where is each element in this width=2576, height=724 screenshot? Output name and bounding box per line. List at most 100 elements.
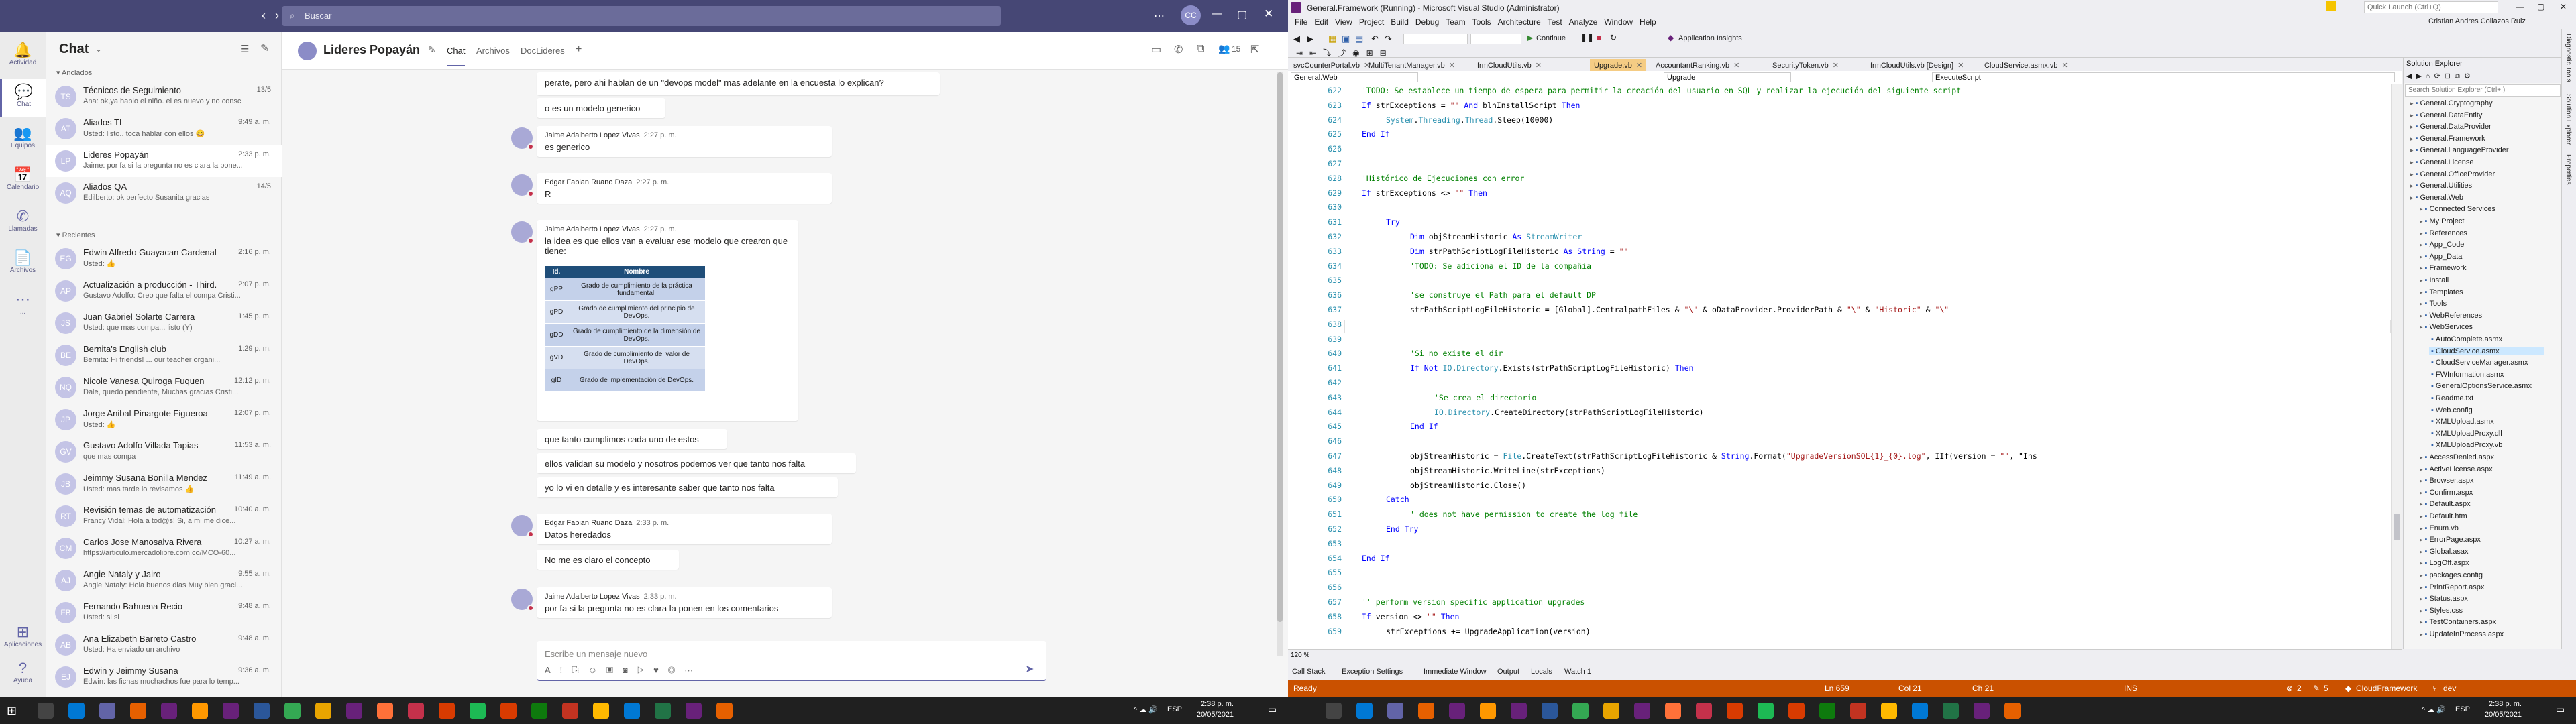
- chat-message[interactable]: Jaime Adalberto Lopez Vivas 2:27 p. m. es …: [537, 126, 832, 157]
- menu-help[interactable]: Help: [1640, 17, 1656, 27]
- expand-icon[interactable]: ▸: [2420, 572, 2423, 579]
- taskbar-app-icon[interactable]: [1418, 703, 1434, 719]
- close-tab-icon[interactable]: ✕: [1536, 62, 1542, 70]
- taskbar-app-icon[interactable]: [161, 703, 177, 719]
- rail-item-help[interactable]: ? Ayuda: [0, 656, 46, 693]
- taskbar-app-icon[interactable]: [624, 703, 640, 719]
- chevron-down-icon[interactable]: ⌄: [95, 44, 102, 54]
- expand-icon[interactable]: ▸: [2420, 525, 2423, 532]
- solution-tree-item[interactable]: ▸ ▪ LogOff.aspx: [2420, 559, 2469, 567]
- solution-tree-item[interactable]: ▪ Web.config: [2429, 406, 2473, 414]
- open-icon[interactable]: ▦: [1328, 34, 1336, 44]
- stop-icon[interactable]: ■: [1597, 33, 1601, 42]
- solution-tree-item[interactable]: ▸ ▪ App_Data: [2420, 253, 2462, 261]
- taskbar-app-icon[interactable]: [315, 703, 331, 719]
- expand-icon[interactable]: ▸: [2420, 560, 2423, 566]
- expand-icon[interactable]: ▸: [2420, 631, 2423, 638]
- expand-icon[interactable]: ▸: [2420, 501, 2423, 507]
- chat-message[interactable]: perate, pero ahi hablan de un "devops mo…: [537, 72, 940, 95]
- code-line[interactable]: 'TODO: Se establece un tiempo de espera …: [1362, 86, 1961, 95]
- format-icon[interactable]: A: [545, 665, 560, 675]
- pause-icon[interactable]: ❚❚: [1580, 33, 1594, 42]
- solution-tree-item[interactable]: ▸ ▪ WebServices: [2420, 323, 2473, 331]
- solution-tree-item[interactable]: ▸ ▪ General.Framework: [2410, 135, 2485, 143]
- warnings-icon[interactable]: ✎: [2313, 684, 2320, 693]
- clock-date[interactable]: 20/05/2021: [1197, 711, 1234, 719]
- code-line[interactable]: 'se construye el Path para el default DP: [1410, 290, 1596, 300]
- close-tab-icon[interactable]: ✕: [2061, 62, 2068, 70]
- solution-tree-item[interactable]: ▸ ▪ General.Web: [2410, 194, 2463, 202]
- taskbar-app-icon[interactable]: [223, 703, 239, 719]
- expand-icon[interactable]: ▸: [2420, 324, 2423, 330]
- expand-icon[interactable]: ▸: [2420, 265, 2423, 272]
- taskbar-app-icon[interactable]: [192, 703, 208, 719]
- status-branch[interactable]: dev: [2443, 684, 2456, 693]
- chat-message[interactable]: No me es claro el concepto: [537, 550, 679, 570]
- expand-icon[interactable]: ▸: [2410, 159, 2414, 166]
- solution-tree-item[interactable]: ▸ ▪ General.OfficeProvider: [2410, 170, 2495, 178]
- taskbar-app-icon[interactable]: [1326, 703, 1342, 719]
- solution-tree-item[interactable]: ▪ AutoComplete.asmx: [2429, 335, 2502, 343]
- expand-icon[interactable]: ▸: [2420, 513, 2423, 520]
- solution-tree-item[interactable]: ▪ XMLUploadProxy.dll: [2429, 430, 2502, 438]
- clock-time-2[interactable]: 2:38 p. m.: [2489, 700, 2522, 708]
- close-icon[interactable]: ✕: [2560, 2, 2567, 11]
- solution-tree-item[interactable]: ▸ ▪ General.DataEntity: [2410, 111, 2482, 119]
- editor-scrollbar[interactable]: [2391, 84, 2402, 649]
- edit-icon[interactable]: ✎: [428, 44, 436, 56]
- taskbar-app-icon[interactable]: [531, 703, 547, 719]
- redo-icon[interactable]: ↷: [1385, 34, 1392, 44]
- application-insights-button[interactable]: Application Insights: [1678, 34, 1742, 42]
- code-line[interactable]: IO.Directory.CreateDirectory(strPathScri…: [1434, 408, 1704, 417]
- clock-time[interactable]: 2:38 p. m.: [1201, 700, 1234, 708]
- close-tab-icon[interactable]: ✕: [1833, 62, 1839, 70]
- user-name[interactable]: Cristian Andres Collazos Ruiz: [2428, 17, 2526, 25]
- taskbar-app-icon[interactable]: [1881, 703, 1897, 719]
- solution-tree-item[interactable]: ▸ ▪ General.License: [2410, 158, 2474, 166]
- more-icon[interactable]: ⋯: [1154, 9, 1165, 23]
- document-tab[interactable]: SecurityToken.vb ✕: [1768, 59, 1843, 71]
- code-line[interactable]: Dim objStreamHistoric As StreamWriter: [1410, 232, 1582, 241]
- platform-dropdown[interactable]: [1470, 34, 1521, 44]
- code-line[interactable]: End If: [1362, 129, 1390, 139]
- send-icon[interactable]: ➤: [1025, 662, 1034, 676]
- taskbar-app-icon[interactable]: [1572, 703, 1589, 719]
- solution-tree-item[interactable]: ▸ ▪ Install: [2420, 276, 2449, 284]
- chat-message[interactable]: o es un modelo generico: [537, 98, 665, 118]
- errors-icon[interactable]: ⊗: [2286, 684, 2293, 693]
- expand-icon[interactable]: ▸: [2420, 241, 2423, 248]
- taskbar-app-icon[interactable]: [2004, 703, 2021, 719]
- video-call-icon[interactable]: ▭: [1151, 43, 1161, 56]
- solution-tree-item[interactable]: ▸ ▪ General.Utilities: [2410, 182, 2472, 190]
- taskbar-app-icon[interactable]: [1449, 703, 1465, 719]
- solution-tree-item[interactable]: ▸ ▪ PrintReport.aspx: [2420, 583, 2484, 591]
- rail-item-calendar[interactable]: 📅 Calendario: [0, 162, 46, 200]
- menu-team[interactable]: Team: [1446, 17, 1465, 27]
- code-line[interactable]: End If: [1362, 554, 1390, 563]
- recent-section-label[interactable]: ▾ Recientes: [56, 231, 95, 239]
- bottom-tab[interactable]: Watch 1: [1564, 668, 1591, 676]
- code-line[interactable]: strPathScriptLogFileHistoric = [Global].…: [1410, 305, 1949, 314]
- menu-file[interactable]: File: [1295, 17, 1307, 27]
- popout-icon[interactable]: ⇱: [1250, 43, 1259, 56]
- avatar[interactable]: [511, 589, 534, 611]
- menu-edit[interactable]: Edit: [1314, 17, 1328, 27]
- filter-icon[interactable]: [2326, 1, 2336, 11]
- avatar[interactable]: [511, 221, 534, 244]
- solution-tree-item[interactable]: ▸ ▪ General.LanguageProvider: [2410, 146, 2509, 154]
- taskbar-app-icon[interactable]: [38, 703, 54, 719]
- menu-architecture[interactable]: Architecture: [1498, 17, 1541, 27]
- expand-icon[interactable]: ▸: [2420, 300, 2423, 307]
- expand-icon[interactable]: ▸: [2420, 607, 2423, 614]
- taskbar-app-icon[interactable]: [1974, 703, 1990, 719]
- solution-tree-item[interactable]: ▸ ▪ Status.aspx: [2420, 595, 2468, 603]
- new-chat-icon[interactable]: ✎: [260, 42, 269, 55]
- taskbar-app-icon[interactable]: [439, 703, 455, 719]
- solution-tree-item[interactable]: ▸ ▪ Enum.vb: [2420, 524, 2459, 532]
- forward-icon[interactable]: ▶: [1307, 34, 1313, 44]
- chat-list-item[interactable]: JB Jeimmy Susana Bonilla Mendez Usted: mas…: [46, 468, 282, 500]
- solution-tree-item[interactable]: ▪ XMLUploadProxy.vb: [2429, 441, 2502, 449]
- taskbar-app-icon[interactable]: [1511, 703, 1527, 719]
- member-dropdown[interactable]: ExecuteScript: [1932, 72, 2395, 82]
- solution-tree-item[interactable]: ▸ ▪ Templates: [2420, 288, 2463, 296]
